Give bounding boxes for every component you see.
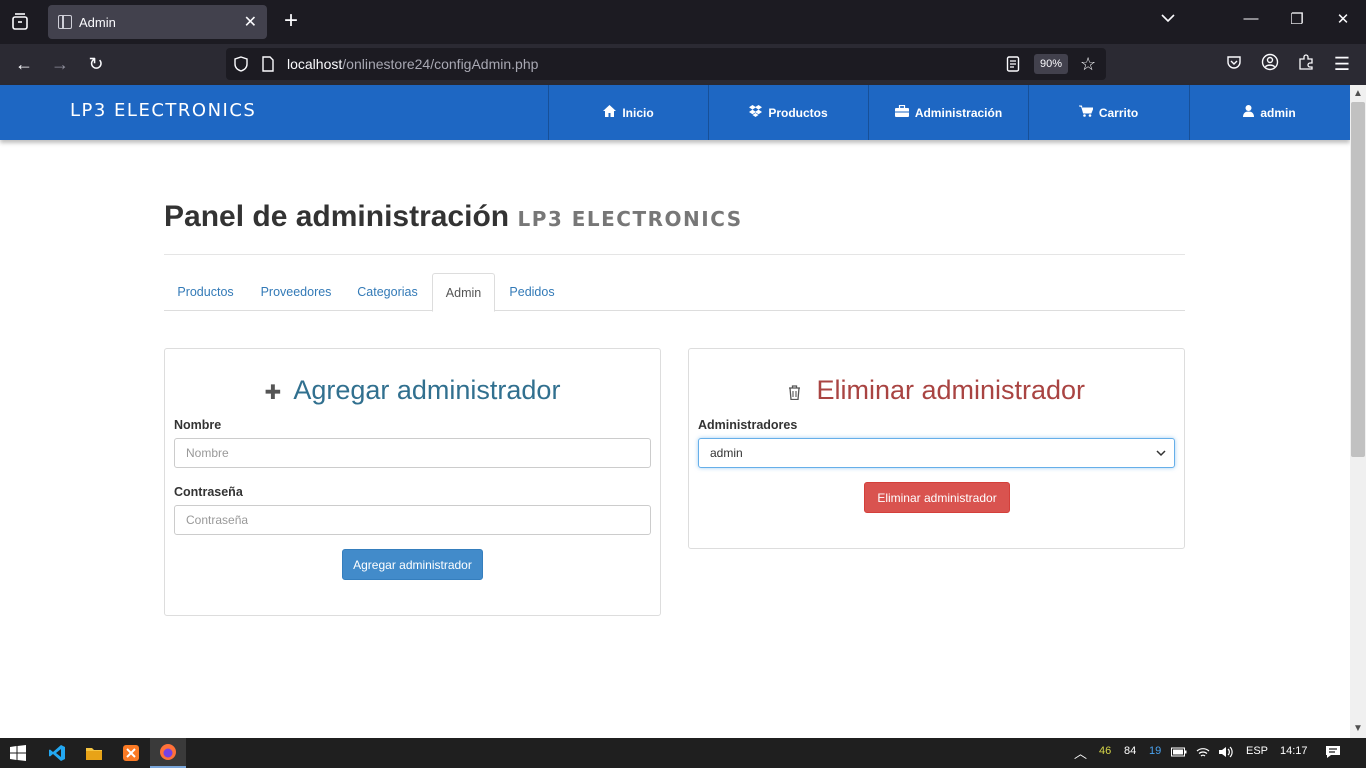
tab-close-icon[interactable]: ✕ — [244, 12, 257, 32]
windows-start-icon[interactable] — [0, 738, 36, 768]
scroll-up-icon[interactable]: ▲ — [1350, 86, 1366, 102]
nav-inicio[interactable]: Inicio — [548, 85, 708, 140]
extensions-icon[interactable] — [1295, 53, 1317, 75]
home-icon — [603, 105, 617, 120]
tray-chevron-up-icon[interactable]: ︿ — [1074, 743, 1087, 762]
browser-tab-title: Admin — [79, 15, 116, 30]
tray-temp-3: 19 — [1149, 745, 1162, 757]
nav-carrito[interactable]: Carrito — [1028, 85, 1188, 140]
nav-administracion[interactable]: Administración — [868, 85, 1028, 140]
tab-proveedores[interactable]: Proveedores — [249, 273, 343, 311]
nav-user-label: admin — [1260, 105, 1296, 120]
xampp-icon[interactable] — [113, 738, 149, 768]
browser-toolbar: ← → ↻ localhost/onlinestore24/configAdmi… — [0, 44, 1366, 85]
nav-productos[interactable]: Productos — [708, 85, 868, 140]
scrollbar-thumb[interactable] — [1351, 102, 1365, 457]
vscode-icon[interactable] — [39, 738, 75, 768]
brand-logo[interactable]: LP3 ELECTRONICS — [70, 100, 256, 121]
pocket-icon[interactable] — [1223, 53, 1245, 75]
browser-tabbar: Admin ✕ + — ❐ ✕ — [0, 0, 1366, 44]
administrators-select[interactable]: admin — [698, 438, 1175, 468]
volume-icon[interactable] — [1218, 746, 1234, 761]
address-bar[interactable]: localhost/onlinestore24/configAdmin.php … — [226, 48, 1106, 80]
bookmark-star-icon[interactable]: ☆ — [1080, 54, 1096, 75]
delete-admin-heading-text: Eliminar administrador — [816, 375, 1086, 405]
notifications-icon[interactable] — [1325, 744, 1341, 763]
reader-view-icon[interactable] — [1006, 56, 1020, 77]
administrators-label: Administradores — [698, 418, 798, 432]
delete-admin-panel: Eliminar administrador Administradores a… — [688, 348, 1185, 549]
list-all-tabs-icon[interactable] — [1156, 10, 1180, 27]
cart-icon — [1078, 105, 1094, 120]
title-divider — [164, 254, 1185, 255]
windows-taskbar: ︿ 46 84 19 ESP 14:17 — [0, 738, 1366, 768]
reload-icon[interactable]: ↻ — [85, 53, 107, 75]
selected-admin-value: admin — [710, 446, 743, 460]
nav-user-admin[interactable]: admin — [1189, 85, 1349, 140]
tray-temp-2: 84 — [1124, 745, 1137, 757]
name-input[interactable]: Nombre — [174, 438, 651, 468]
add-admin-button[interactable]: Agregar administrador — [342, 549, 483, 580]
tray-temp-1: 46 — [1099, 745, 1112, 757]
menu-hamburger-icon[interactable]: ☰ — [1331, 53, 1353, 75]
restore-button[interactable]: ❐ — [1285, 10, 1309, 28]
plus-icon: ✚ — [264, 382, 282, 404]
password-input[interactable]: Contraseña — [174, 505, 651, 535]
browser-tab[interactable]: Admin ✕ — [48, 5, 267, 39]
close-window-button[interactable]: ✕ — [1331, 10, 1355, 28]
delete-admin-heading: Eliminar administrador — [689, 375, 1184, 407]
site-header: LP3 ELECTRONICS Inicio Productos Adminis… — [0, 85, 1350, 140]
firefox-icon[interactable] — [150, 738, 186, 768]
page-title-text: Panel de administración — [164, 200, 510, 233]
password-label: Contraseña — [174, 485, 243, 499]
tab-overview-icon[interactable] — [8, 10, 32, 34]
delete-admin-button[interactable]: Eliminar administrador — [864, 482, 1010, 513]
page-title: Panel de administración LP3 ELECTRONICS — [164, 200, 743, 234]
name-label: Nombre — [174, 418, 222, 432]
page-favicon-icon — [58, 15, 72, 29]
wifi-icon[interactable] — [1196, 746, 1210, 761]
add-admin-panel: ✚ Agregar administrador Nombre Nombre Co… — [164, 348, 661, 616]
zoom-indicator[interactable]: 90% — [1034, 54, 1068, 74]
nav-carrito-label: Carrito — [1098, 105, 1139, 120]
tab-pedidos[interactable]: Pedidos — [497, 273, 567, 311]
tab-productos[interactable]: Productos — [164, 273, 247, 311]
tab-categorias[interactable]: Categorias — [345, 273, 430, 311]
trash-icon — [788, 376, 801, 407]
briefcase-icon — [894, 104, 909, 120]
nav-productos-label: Productos — [768, 105, 828, 120]
battery-icon[interactable] — [1171, 746, 1187, 761]
tab-admin[interactable]: Admin — [432, 273, 495, 312]
new-tab-button[interactable]: + — [280, 8, 302, 36]
back-arrow-icon[interactable]: ← — [13, 53, 35, 75]
language-indicator[interactable]: ESP — [1246, 745, 1268, 757]
chevron-down-icon — [1156, 439, 1166, 479]
add-admin-heading-text: Agregar administrador — [293, 375, 561, 405]
clock-time[interactable]: 14:17 — [1280, 745, 1308, 757]
url-text[interactable]: localhost/onlinestore24/configAdmin.php — [287, 56, 538, 72]
nav-inicio-label: Inicio — [622, 105, 654, 120]
account-icon[interactable] — [1259, 53, 1281, 75]
user-icon — [1243, 105, 1255, 120]
admin-tabs: Productos Proveedores Categorias Admin P… — [164, 273, 1185, 312]
scroll-down-icon[interactable]: ▼ — [1350, 721, 1366, 737]
forward-arrow-icon[interactable]: → — [49, 53, 71, 75]
minimize-button[interactable]: — — [1239, 10, 1263, 27]
dropbox-icon — [749, 105, 763, 120]
page-info-icon[interactable] — [261, 56, 275, 77]
nav-administracion-label: Administración — [914, 105, 1003, 120]
shield-icon[interactable] — [232, 55, 250, 78]
file-explorer-icon[interactable] — [76, 738, 112, 768]
page-title-brand: LP3 ELECTRONICS — [517, 207, 743, 231]
add-admin-heading: ✚ Agregar administrador — [165, 375, 660, 406]
